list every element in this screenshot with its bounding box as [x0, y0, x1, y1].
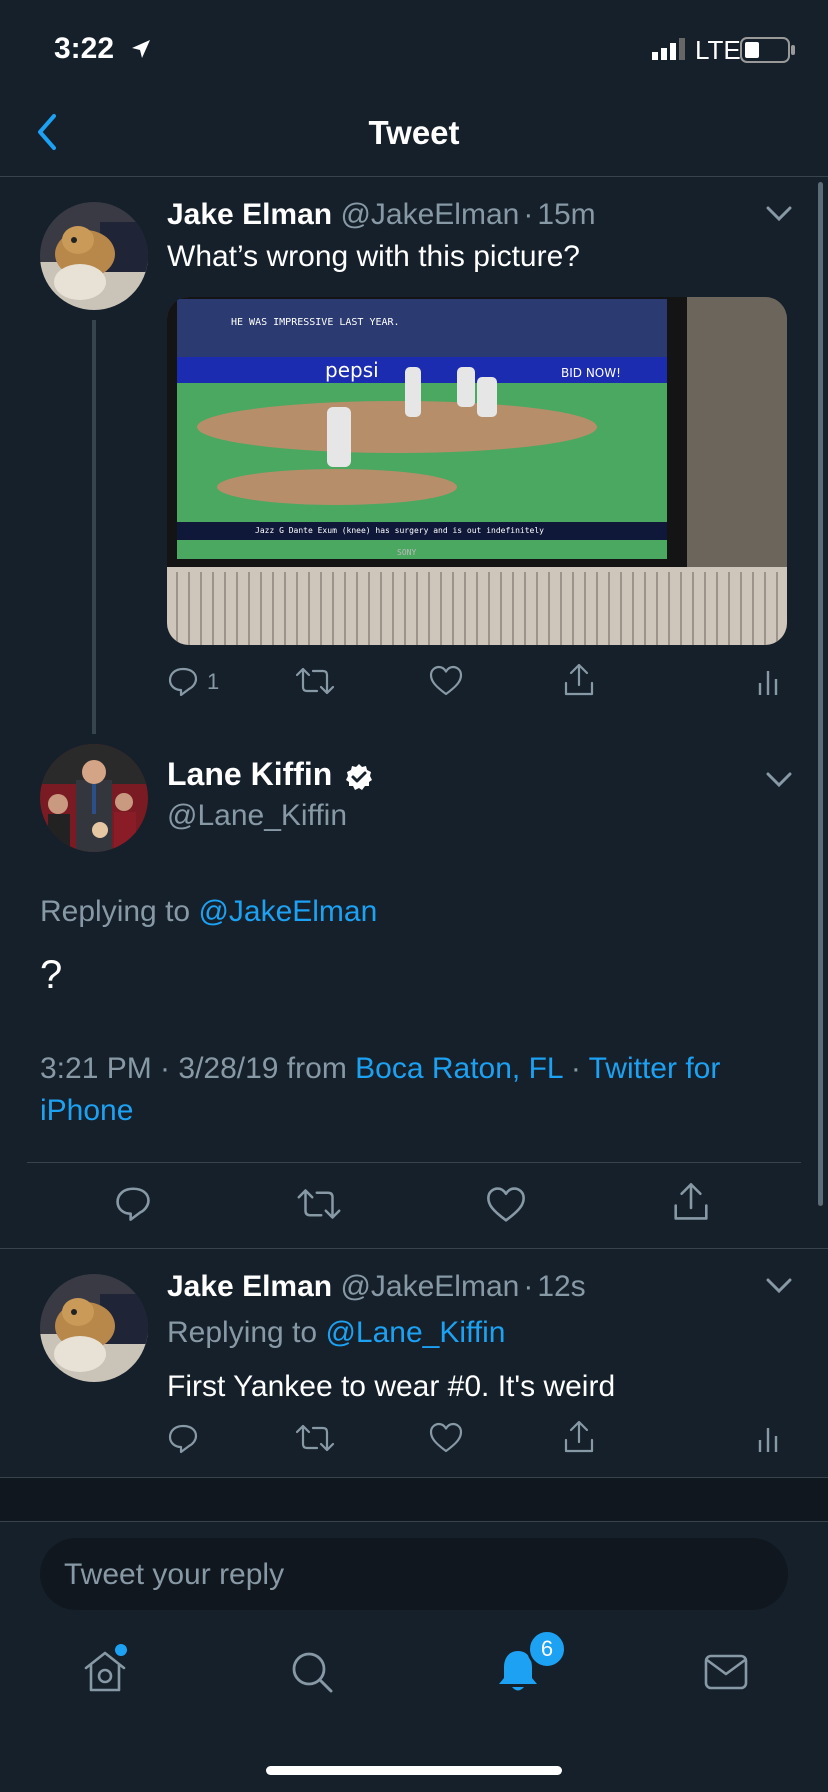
- location-arrow-icon: [130, 38, 152, 60]
- retweet-icon[interactable]: [296, 1186, 342, 1222]
- tweet-header: Jake Elman @JakeElman · 15m: [167, 198, 596, 232]
- author-name[interactable]: Jake Elman: [167, 198, 332, 231]
- replying-handle-link[interactable]: @Lane_Kiffin: [325, 1316, 505, 1349]
- ticker-text: Jazz G Dante Exum (knee) has surgery and…: [255, 526, 544, 535]
- location-link[interactable]: Boca Raton, FL: [355, 1052, 562, 1085]
- replying-label: Replying to: [167, 1316, 318, 1349]
- reply-icon[interactable]: [114, 1184, 152, 1222]
- avatar[interactable]: [40, 1274, 148, 1382]
- retweet-icon[interactable]: [295, 1422, 335, 1454]
- tweet-text: ?: [40, 953, 63, 997]
- reply-count: 1: [207, 669, 220, 694]
- tweet-text: What’s wrong with this picture?: [167, 240, 580, 273]
- author-name[interactable]: Lane Kiffin: [167, 756, 332, 792]
- tab-messages-icon[interactable]: [704, 1654, 748, 1690]
- verified-badge-icon: [345, 763, 373, 791]
- main-tweet-actions: [0, 1180, 828, 1230]
- tweet-actions: [167, 1420, 787, 1460]
- replying-handle-link[interactable]: @JakeElman: [198, 895, 377, 928]
- avatar[interactable]: [40, 744, 148, 852]
- replying-to: Replying to @JakeElman: [40, 895, 377, 929]
- like-icon[interactable]: [429, 665, 463, 697]
- home-new-dot: [115, 1644, 127, 1656]
- separator: ·: [523, 198, 534, 231]
- home-indicator[interactable]: [266, 1766, 562, 1775]
- tweet-actions: 1: [167, 663, 787, 703]
- signal-icon: [652, 38, 688, 60]
- chevron-down-icon[interactable]: [766, 772, 792, 788]
- tweet-media[interactable]: HE WAS IMPRESSIVE LAST YEAR. Jazz G Dant…: [167, 297, 787, 645]
- reply-composer[interactable]: Tweet your reply: [40, 1538, 788, 1610]
- separator: ·: [523, 1270, 534, 1303]
- notification-badge: 6: [527, 1629, 567, 1669]
- reply-input[interactable]: Tweet your reply: [64, 1558, 284, 1592]
- analytics-icon[interactable]: [757, 1424, 781, 1454]
- chevron-down-icon[interactable]: [766, 206, 792, 222]
- status-bar: 3:22 LTE: [0, 0, 828, 100]
- author-block[interactable]: Lane Kiffin @Lane_Kiffin: [167, 756, 373, 833]
- tweet-text: First Yankee to wear #0. It's weird: [167, 1370, 616, 1403]
- tweet-parent[interactable]: Jake Elman @JakeElman · 15m What’s wrong w…: [0, 178, 828, 738]
- analytics-icon[interactable]: [757, 667, 781, 697]
- chevron-down-icon[interactable]: [766, 1278, 792, 1294]
- timestamp: 3:21 PM · 3/28/19 from: [40, 1052, 347, 1085]
- ad-pepsi: pepsi: [325, 358, 379, 382]
- network-label: LTE: [695, 35, 741, 65]
- replying-label: Replying to: [40, 895, 191, 928]
- author-handle[interactable]: @Lane_Kiffin: [167, 799, 373, 833]
- ad-bid-now: BID NOW!: [561, 366, 621, 380]
- share-icon[interactable]: [563, 663, 595, 697]
- scoreboard-text: HE WAS IMPRESSIVE LAST YEAR.: [231, 317, 400, 328]
- reply-icon[interactable]: [167, 665, 199, 697]
- tab-search-icon[interactable]: [290, 1650, 334, 1694]
- source-link[interactable]: Twitter for: [589, 1052, 721, 1085]
- battery-icon: [740, 37, 796, 63]
- reply-icon[interactable]: [167, 1422, 199, 1454]
- like-icon[interactable]: [486, 1186, 526, 1224]
- tweet-time: 12s: [537, 1270, 586, 1303]
- retweet-icon[interactable]: [295, 665, 335, 697]
- author-handle[interactable]: @JakeElman: [340, 1270, 519, 1303]
- meta-separator: ·: [570, 1052, 581, 1085]
- tweet-time: 15m: [537, 198, 596, 231]
- author-handle[interactable]: @JakeElman: [340, 198, 519, 231]
- tv-brand: SONY: [397, 548, 416, 557]
- source-link-cont[interactable]: iPhone: [40, 1094, 133, 1127]
- replying-to: Replying to @Lane_Kiffin: [167, 1316, 505, 1350]
- thread-line: [92, 320, 96, 734]
- share-icon[interactable]: [672, 1182, 710, 1222]
- tweet-main: Lane Kiffin @Lane_Kiffin Replying to @Ja…: [0, 740, 828, 1160]
- status-time: 3:22: [54, 32, 115, 65]
- tab-bar: 6: [0, 1629, 828, 1730]
- avatar[interactable]: [40, 202, 148, 310]
- footer-spacer: [0, 1478, 828, 1521]
- author-name[interactable]: Jake Elman: [167, 1270, 332, 1303]
- tweet-reply[interactable]: Jake Elman @JakeElman · 12s Replying to @L…: [0, 1250, 828, 1475]
- nav-header: Tweet: [0, 100, 828, 176]
- tweet-meta: 3:21 PM · 3/28/19 from Boca Raton, FL · …: [40, 1048, 800, 1132]
- like-icon[interactable]: [429, 1422, 463, 1454]
- page-title: Tweet: [368, 114, 460, 151]
- tweet-header: Jake Elman @JakeElman · 12s: [167, 1270, 586, 1304]
- share-icon[interactable]: [563, 1420, 595, 1454]
